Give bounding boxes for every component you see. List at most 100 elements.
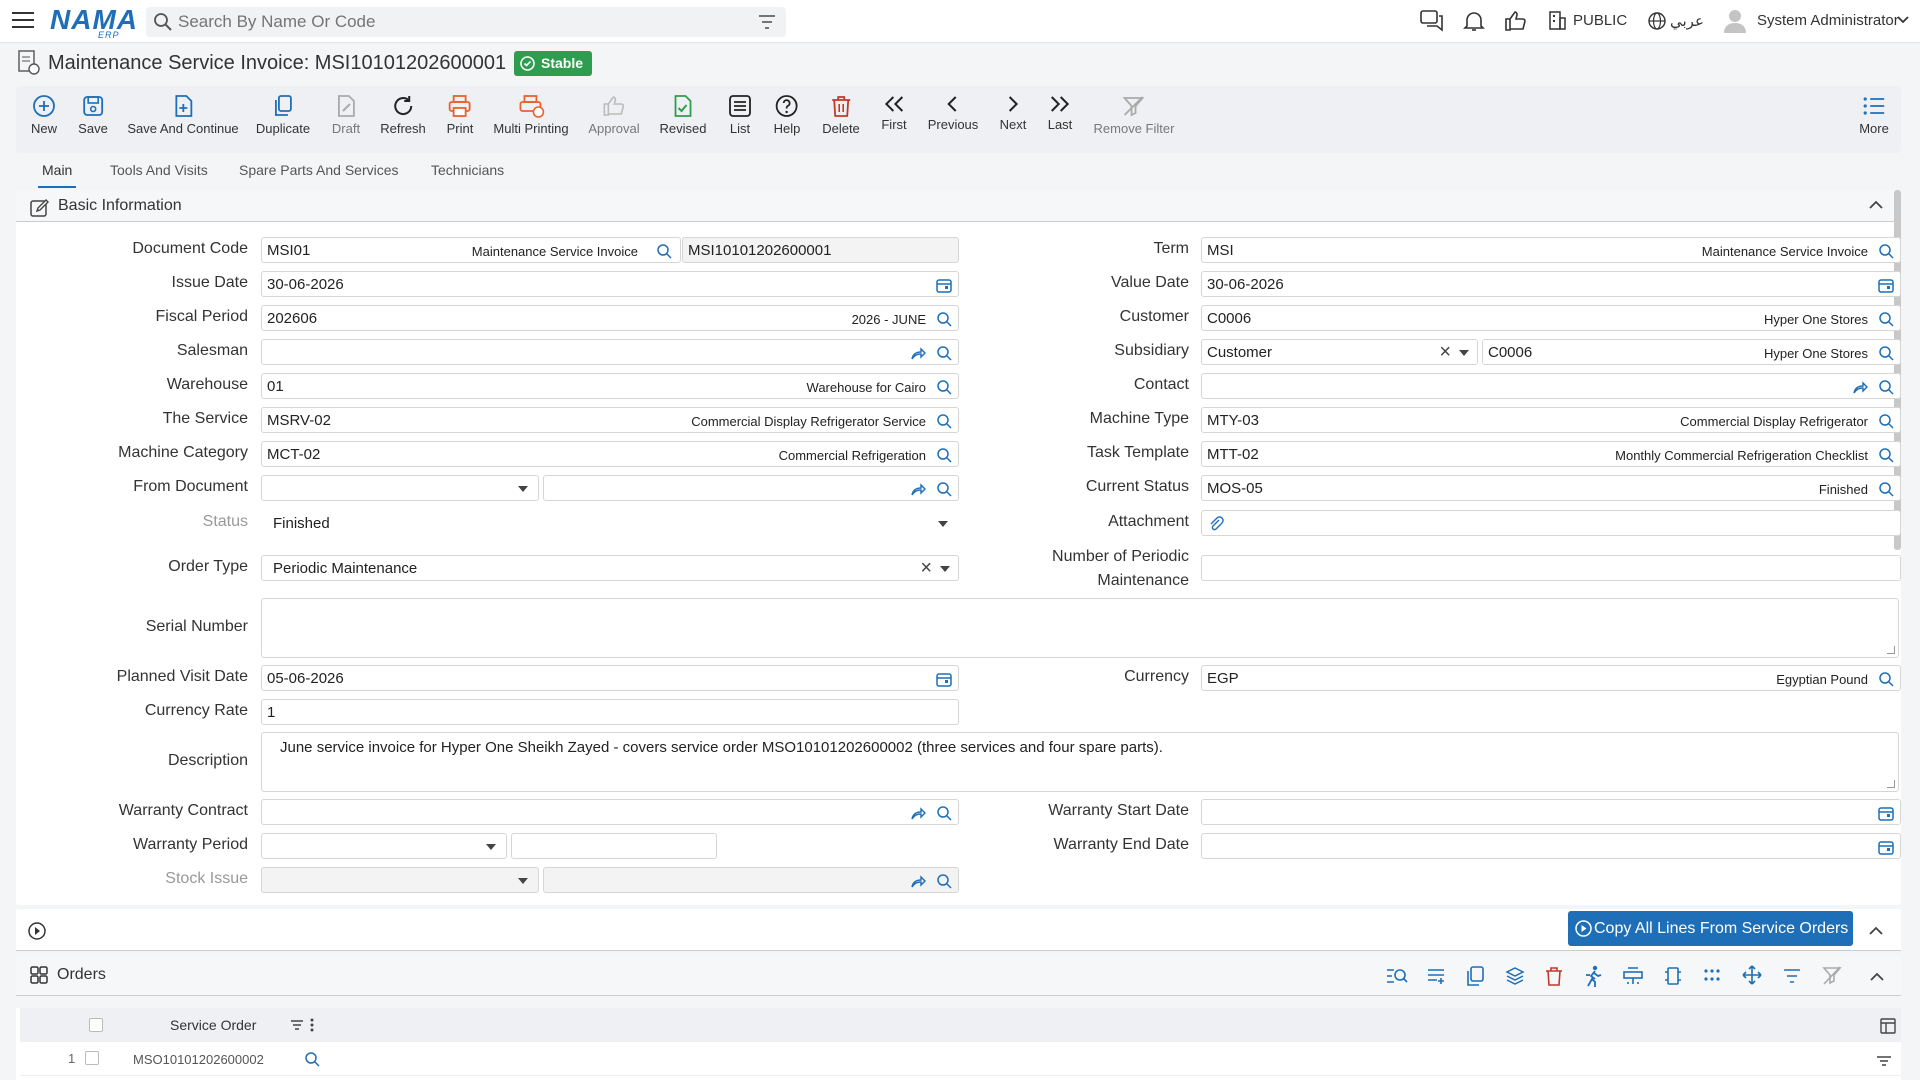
- customer-field[interactable]: C0006 Hyper One Stores: [1201, 305, 1901, 331]
- periodic-maintenance-count-field[interactable]: [1201, 555, 1901, 581]
- term-field[interactable]: MSI Maintenance Service Invoice: [1201, 237, 1901, 263]
- warranty-contract-field[interactable]: [261, 799, 959, 825]
- lookup-icon[interactable]: [936, 379, 952, 395]
- lookup-icon[interactable]: [936, 413, 952, 429]
- more-button[interactable]: More: [1859, 94, 1889, 136]
- table-settings-icon[interactable]: [1880, 1018, 1896, 1034]
- lookup-icon[interactable]: [1878, 243, 1894, 259]
- status-select[interactable]: Finished: [261, 510, 959, 536]
- section-header[interactable]: Basic Information: [16, 190, 1901, 222]
- column-filter-icon[interactable]: [290, 1019, 304, 1031]
- revised-button[interactable]: Revised: [660, 94, 706, 136]
- help-button[interactable]: Help: [774, 94, 800, 136]
- bell-icon[interactable]: [1463, 10, 1485, 32]
- previous-button[interactable]: Previous: [928, 94, 978, 132]
- currency-rate-field[interactable]: 1: [261, 699, 959, 725]
- contact-field[interactable]: [1201, 373, 1901, 399]
- select-all-checkbox[interactable]: [89, 1018, 103, 1032]
- current-status-field[interactable]: MOS-05 Finished: [1201, 475, 1901, 501]
- thumbs-up-icon[interactable]: [1504, 10, 1526, 32]
- document-code-field[interactable]: MSI01 Maintenance Service Invoice: [261, 237, 681, 263]
- lookup-icon[interactable]: [656, 243, 672, 259]
- description-textarea[interactable]: June service invoice for Hyper One Sheik…: [261, 732, 1899, 792]
- warranty-end-date-field[interactable]: [1201, 833, 1901, 859]
- serial-number-textarea[interactable]: [261, 598, 1899, 658]
- language-switch[interactable]: عربي: [1670, 12, 1704, 30]
- from-document-field[interactable]: [543, 475, 959, 501]
- approval-button[interactable]: Approval: [588, 94, 640, 136]
- calendar-icon[interactable]: [936, 277, 952, 293]
- next-button[interactable]: Next: [1000, 94, 1026, 132]
- share-icon[interactable]: [1852, 379, 1868, 395]
- machine-type-field[interactable]: MTY-03 Commercial Display Refrigerator: [1201, 407, 1901, 433]
- visibility-label[interactable]: PUBLIC: [1573, 12, 1627, 29]
- runner-icon[interactable]: [1584, 965, 1602, 987]
- last-button[interactable]: Last: [1048, 94, 1072, 132]
- warranty-period-select[interactable]: [261, 833, 507, 859]
- column-header-service-order[interactable]: Service Order: [170, 1017, 256, 1033]
- warranty-start-date-field[interactable]: [1201, 799, 1901, 825]
- currency-field[interactable]: EGP Egyptian Pound: [1201, 665, 1901, 691]
- multi-printing-button[interactable]: Multi Printing: [493, 94, 569, 136]
- lookup-icon[interactable]: [1878, 379, 1894, 395]
- share-icon[interactable]: [910, 805, 926, 821]
- share-icon[interactable]: [910, 345, 926, 361]
- warranty-period-field[interactable]: [511, 833, 717, 859]
- calendar-icon[interactable]: [936, 671, 952, 687]
- save-button[interactable]: Save: [78, 94, 108, 136]
- row-checkbox[interactable]: [85, 1051, 99, 1065]
- service-field[interactable]: MSRV-02 Commercial Display Refrigerator …: [261, 407, 959, 433]
- order-type-select[interactable]: Periodic Maintenance ×: [261, 555, 959, 581]
- refresh-button[interactable]: Refresh: [380, 94, 426, 136]
- zoom-search-icon[interactable]: [1386, 967, 1408, 985]
- trash-icon[interactable]: [1545, 966, 1563, 986]
- copy-row-icon[interactable]: [1466, 966, 1484, 986]
- clear-icon[interactable]: ×: [920, 557, 932, 580]
- print-button[interactable]: Print: [447, 94, 473, 136]
- clear-icon[interactable]: ×: [1439, 341, 1451, 364]
- lookup-icon[interactable]: [1878, 481, 1894, 497]
- menu-icon[interactable]: [12, 12, 34, 30]
- calendar-icon[interactable]: [1878, 805, 1894, 821]
- filter-icon[interactable]: [1783, 968, 1801, 984]
- filter-icon[interactable]: [758, 14, 776, 30]
- first-button[interactable]: First: [881, 94, 907, 132]
- tab-tools-and-visits[interactable]: Tools And Visits: [110, 162, 208, 178]
- subsidiary-type-select[interactable]: Customer ×: [1201, 339, 1478, 365]
- subsidiary-field[interactable]: C0006 Hyper One Stores: [1482, 339, 1901, 365]
- remove-filter-button[interactable]: Remove Filter: [1094, 94, 1174, 136]
- lookup-icon[interactable]: [936, 873, 952, 889]
- lookup-icon[interactable]: [1878, 311, 1894, 327]
- app-logo[interactable]: NAMA ERP: [50, 4, 138, 40]
- chevron-up-icon[interactable]: [1870, 972, 1884, 981]
- chevron-up-icon[interactable]: [1869, 926, 1883, 935]
- column-icon[interactable]: [1664, 966, 1682, 986]
- lookup-icon[interactable]: [936, 805, 952, 821]
- issue-date-field[interactable]: 30-06-2026: [261, 271, 959, 297]
- search-input[interactable]: [178, 11, 738, 33]
- table-row[interactable]: 1 MSO10101202600002: [20, 1042, 1901, 1076]
- add-row-icon[interactable]: [1427, 967, 1445, 985]
- lookup-icon[interactable]: [936, 345, 952, 361]
- share-icon[interactable]: [910, 873, 926, 889]
- duplicate-button[interactable]: Duplicate: [256, 94, 310, 136]
- fiscal-period-field[interactable]: 202606 2026 - JUNE: [261, 305, 959, 331]
- tab-main[interactable]: Main: [37, 162, 77, 188]
- draft-button[interactable]: Draft: [332, 94, 360, 136]
- new-button[interactable]: New: [31, 94, 57, 136]
- stock-issue-field[interactable]: [543, 867, 959, 893]
- calendar-icon[interactable]: [1878, 839, 1894, 855]
- machine-category-field[interactable]: MCT-02 Commercial Refrigeration: [261, 441, 959, 467]
- copy-all-lines-button[interactable]: Copy All Lines From Service Orders: [1568, 911, 1853, 946]
- lookup-icon[interactable]: [936, 447, 952, 463]
- planned-visit-date-field[interactable]: 05-06-2026: [261, 665, 959, 691]
- calendar-icon[interactable]: [1878, 277, 1894, 293]
- search-icon[interactable]: [154, 13, 172, 31]
- lookup-icon[interactable]: [1878, 413, 1894, 429]
- move-icon[interactable]: [1742, 965, 1762, 985]
- row-filter-icon[interactable]: [1876, 1055, 1892, 1067]
- chevron-up-icon[interactable]: [1869, 200, 1883, 209]
- warehouse-field[interactable]: 01 Warehouse for Cairo: [261, 373, 959, 399]
- lookup-icon[interactable]: [1878, 447, 1894, 463]
- salesman-field[interactable]: [261, 339, 959, 365]
